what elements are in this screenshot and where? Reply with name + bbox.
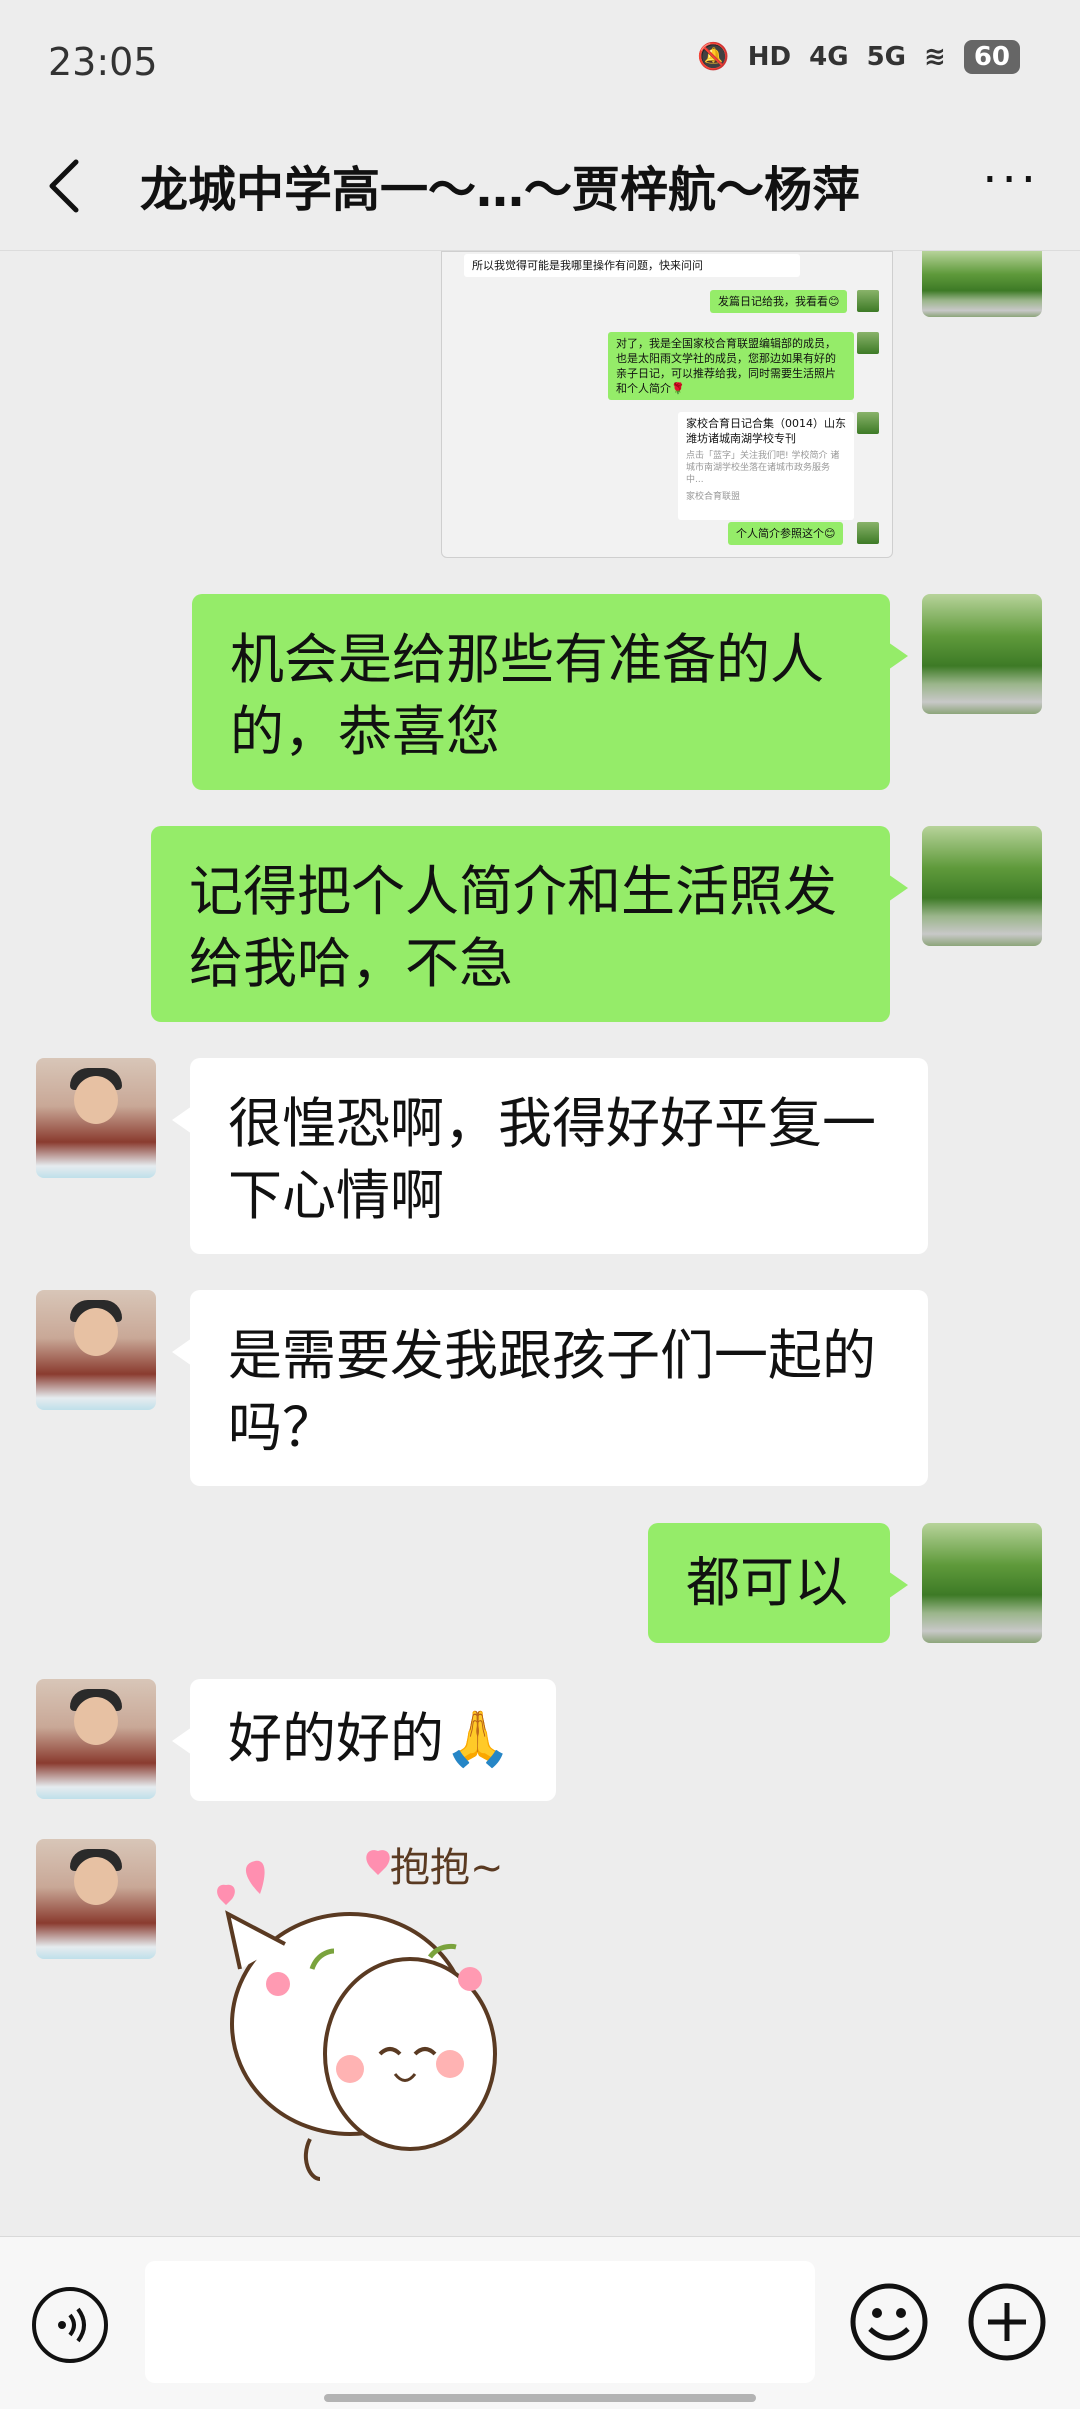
message-bubble-received[interactable]: 很惶恐啊，我得好好平复一下心情啊 (172, 1058, 928, 1254)
my-avatar[interactable] (922, 251, 1042, 317)
mute-icon: 🔕 (697, 42, 730, 72)
preview-avatar (857, 412, 879, 434)
preview-link-card: 家校合育日记合集（0014）山东潍坊诸城南湖学校专刊 点击「蓝字」关注我们吧! … (678, 412, 854, 520)
emoji-icon (850, 2283, 928, 2361)
status-icons: 🔕 HD 4G 5G ≋ 60 (697, 40, 1020, 74)
preview-line-4: 个人简介参照这个😊 (728, 522, 844, 545)
preview-card-desc: 点击「蓝字」关注我们吧! 学校简介 诸城市南湖学校坐落在诸城市政务服务中... (686, 451, 840, 485)
home-indicator[interactable] (324, 2394, 756, 2402)
preview-avatar (857, 522, 879, 544)
contact-avatar[interactable] (36, 1058, 156, 1178)
plus-icon (968, 2283, 1046, 2361)
input-bar (0, 2236, 1080, 2409)
my-avatar[interactable] (922, 594, 1042, 714)
preview-line-3: 对了，我是全国家校合育联盟编辑部的成员，也是太阳雨文学社的成员，您那边如果有好的… (608, 332, 854, 400)
back-button[interactable] (36, 150, 96, 220)
contact-avatar[interactable] (36, 1839, 156, 1959)
voice-button[interactable] (32, 2287, 108, 2363)
message-input[interactable] (145, 2261, 815, 2383)
message-text: 是需要发我跟孩子们一起的吗？ (228, 1324, 876, 1459)
chat-header: 龙城中学高一～…～贾梓航～杨萍 ··· (0, 120, 1080, 251)
hd-icon: HD (747, 42, 792, 72)
more-functions-button[interactable] (966, 2281, 1048, 2363)
message-bubble-sent[interactable]: 记得把个人简介和生活照发给我哈，不急 (151, 826, 908, 1022)
message-bubble-sent[interactable]: 都可以 (648, 1523, 908, 1643)
contact-avatar[interactable] (36, 1290, 156, 1410)
message-bubble-sent[interactable]: 机会是给那些有准备的人的，恭喜您 (192, 594, 908, 790)
chat-title: 龙城中学高一～…～贾梓航～杨萍 (140, 162, 861, 218)
my-avatar[interactable] (922, 826, 1042, 946)
back-arrow-icon (49, 159, 79, 213)
preview-avatar (857, 290, 879, 312)
preview-avatar (857, 332, 879, 354)
contact-avatar[interactable] (36, 1679, 156, 1799)
emoji-button[interactable] (848, 2281, 930, 2363)
message-text: 记得把个人简介和生活照发给我哈，不急 (189, 860, 837, 995)
screenshot-image-message[interactable]: 所以我觉得可能是我哪里操作有问题，快来问问 发篇日记给我，我看看😊 对了，我是全… (441, 251, 893, 558)
battery-indicator: 60 (963, 40, 1020, 74)
preview-card-source: 家校合育联盟 (686, 492, 741, 502)
wifi-icon: ≋ (924, 42, 946, 72)
chat-area[interactable]: 所以我觉得可能是我哪里操作有问题，快来问问 发篇日记给我，我看看😊 对了，我是全… (0, 251, 1080, 2236)
status-bar: 23:05 🔕 HD 4G 5G ≋ 60 (0, 0, 1080, 120)
signal-4g: 4G (809, 42, 849, 72)
voice-icon (58, 2307, 86, 2343)
cat-sticker-image: 抱抱~ (217, 1845, 504, 2181)
status-time: 23:05 (48, 40, 158, 84)
message-text: 都可以 (686, 1551, 848, 1614)
preview-card-title: 家校合育日记合集（0014）山东潍坊诸城南湖学校专刊 (686, 417, 846, 445)
preview-line-1: 所以我觉得可能是我哪里操作有问题，快来问问 (464, 254, 800, 277)
more-button[interactable]: ··· (982, 156, 1040, 204)
message-bubble-received[interactable]: 好的好的🙏 (172, 1679, 556, 1801)
hug-sticker[interactable]: 抱抱~ (200, 1839, 560, 2219)
more-icon: ··· (982, 152, 1040, 208)
message-text: 好的好的🙏 (228, 1707, 512, 1770)
signal-5g: 5G (866, 42, 907, 72)
message-bubble-received[interactable]: 是需要发我跟孩子们一起的吗？ (172, 1290, 928, 1486)
my-avatar[interactable] (922, 1523, 1042, 1643)
message-text: 机会是给那些有准备的人的，恭喜您 (230, 628, 824, 763)
message-text: 很惶恐啊，我得好好平复一下心情啊 (228, 1092, 876, 1227)
preview-line-2: 发篇日记给我，我看看😊 (710, 290, 848, 313)
sticker-text: 抱抱~ (390, 1845, 504, 1891)
